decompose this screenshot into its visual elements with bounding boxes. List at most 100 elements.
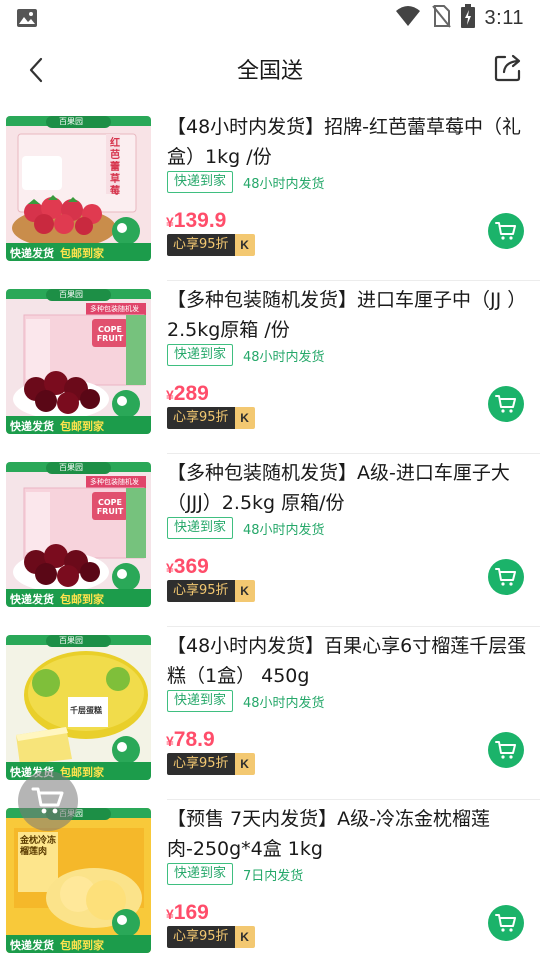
thumb-banner-sub: 多种包装随机发 — [90, 478, 139, 486]
product-price: ¥289 — [166, 382, 209, 406]
thumb-badge-left: 快递发货 — [10, 593, 54, 606]
delivery-tag: 快递到家 — [167, 344, 234, 366]
thumb-badge-right: 包邮到家 — [60, 247, 104, 260]
member-discount-badge: 心享95折 K — [167, 407, 255, 429]
tag-row: 快递到家 48小时内发货 — [167, 344, 325, 366]
product-item[interactable]: 百果园 千层蛋糕 快递发货 包邮到家 【48小时内发货】百果心享6寸榴莲千层蛋糕… — [0, 627, 540, 800]
add-to-cart-button[interactable] — [488, 386, 524, 422]
nav-bar: 全国送 — [0, 36, 540, 102]
product-name[interactable]: 【多种包装随机发货】A级-进口车厘子大（JJJ）2.5kg 原箱/份 — [167, 458, 529, 518]
member-discount-badge: 心享95折 K — [167, 926, 255, 948]
currency-symbol: ¥ — [166, 733, 174, 749]
product-thumbnail[interactable]: 百果园 千层蛋糕 快递发货 包邮到家 — [6, 635, 151, 780]
product-thumbnail[interactable]: 百果园 多种包装随机发 COPE FRUIT 快递发货 包邮到家 — [6, 289, 151, 434]
currency-symbol: ¥ — [166, 387, 174, 403]
member-discount-label: 心享95折 — [167, 753, 235, 775]
member-discount-badge: 心享95折 K — [167, 580, 255, 602]
price-value: 369 — [173, 555, 209, 578]
no-sim-icon — [431, 4, 451, 32]
product-price: ¥369 — [166, 555, 209, 579]
cart-icon — [495, 914, 516, 932]
thumb-badge-left: 快递发货 — [10, 939, 54, 952]
member-discount-label: 心享95折 — [167, 234, 235, 256]
currency-symbol: ¥ — [166, 214, 174, 230]
thumb-box-text: 金枕冷冻榴莲肉 — [20, 836, 57, 857]
member-logo-icon: K — [234, 926, 255, 948]
chevron-left-icon — [29, 57, 43, 83]
product-thumbnail[interactable]: 红芭蕾草莓 百果园 快递发货 包邮到家 — [6, 116, 151, 261]
share-button[interactable] — [490, 50, 526, 86]
thumb-badge-right: 包邮到家 — [60, 939, 104, 952]
price-value: 169 — [173, 901, 209, 924]
ship-note: 48小时内发货 — [243, 695, 325, 711]
thumb-badge-right: 包邮到家 — [60, 420, 104, 433]
currency-symbol: ¥ — [166, 560, 174, 576]
thumb-banner-top: 百果园 — [59, 290, 83, 299]
delivery-tag: 快递到家 — [167, 171, 234, 193]
back-button[interactable] — [18, 52, 54, 88]
member-discount-badge: 心享95折 K — [167, 753, 255, 775]
thumb-banner-top: 百果园 — [59, 636, 83, 645]
member-logo-icon: K — [234, 580, 255, 602]
thumb-banner-top: 百果园 — [59, 117, 83, 126]
product-thumbnail[interactable]: 百果园 多种包装随机发 COPE FRUIT 快递发货 包邮到家 — [6, 462, 151, 607]
ship-note: 48小时内发货 — [243, 176, 325, 192]
thumb-banner-top: 百果园 — [59, 463, 83, 472]
product-item[interactable]: 百果园 多种包装随机发 COPE FRUIT 快递发货 包邮到家 【多种包装随机… — [0, 454, 540, 627]
product-name[interactable]: 【多种包装随机发货】进口车厘子中（JJ ）2.5kg原箱 /份 — [167, 285, 529, 345]
thumb-banner-sub: 多种包装随机发 — [90, 305, 139, 313]
floating-cart-button[interactable] — [18, 771, 78, 831]
delivery-tag: 快递到家 — [167, 517, 234, 539]
tag-row: 快递到家 48小时内发货 — [167, 171, 325, 193]
thumb-badge-left: 快递发货 — [10, 247, 54, 260]
cart-icon — [495, 568, 516, 586]
tag-row: 快递到家 48小时内发货 — [167, 690, 325, 712]
price-value: 139.9 — [173, 209, 227, 232]
add-to-cart-button[interactable] — [488, 559, 524, 595]
product-name[interactable]: 【48小时内发货】百果心享6寸榴莲千层蛋糕（1盒） 450g — [167, 631, 529, 691]
battery-charging-icon — [460, 4, 475, 32]
price-value: 78.9 — [173, 728, 215, 751]
cart-icon — [495, 741, 516, 759]
thumb-badge-right: 包邮到家 — [60, 593, 104, 606]
product-price: ¥139.9 — [166, 209, 226, 233]
price-value: 289 — [173, 382, 209, 405]
tag-row: 快递到家 48小时内发货 — [167, 517, 325, 539]
thumb-box-text: 红芭蕾草莓 — [110, 138, 120, 197]
add-to-cart-button[interactable] — [488, 732, 524, 768]
member-logo-icon: K — [234, 234, 255, 256]
add-to-cart-button[interactable] — [488, 213, 524, 249]
product-list: 红芭蕾草莓 百果园 快递发货 包邮到家 【48小时内发货】招牌-红芭蕾草莓中（礼… — [0, 108, 540, 960]
product-price: ¥169 — [166, 901, 209, 925]
shopping-cart-icon — [31, 787, 64, 814]
thumb-badge-left: 快递发货 — [10, 420, 54, 433]
thumb-box-text: COPE FRUIT — [96, 325, 124, 343]
product-item[interactable]: 百果园 金枕冷冻榴莲肉 快递发货 包邮到家 【预售 7天内发货】A级-冷冻金枕榴… — [0, 800, 540, 960]
ship-note: 48小时内发货 — [243, 522, 325, 538]
product-price: ¥78.9 — [166, 728, 215, 752]
member-discount-label: 心享95折 — [167, 926, 235, 948]
wifi-icon — [395, 5, 421, 31]
add-to-cart-button[interactable] — [488, 905, 524, 941]
gallery-notification-icon — [16, 8, 40, 28]
page-title: 全国送 — [236, 59, 303, 84]
member-discount-label: 心享95折 — [167, 407, 235, 429]
product-name[interactable]: 【预售 7天内发货】A级-冷冻金枕榴莲肉-250g*4盒 1kg — [167, 804, 529, 864]
clock-time: 3:11 — [484, 6, 524, 29]
cart-icon — [495, 395, 516, 413]
member-logo-icon: K — [234, 407, 255, 429]
member-discount-label: 心享95折 — [167, 580, 235, 602]
ship-note: 7日内发货 — [243, 868, 304, 884]
product-thumbnail[interactable]: 百果园 金枕冷冻榴莲肉 快递发货 包邮到家 — [6, 808, 151, 953]
cart-icon — [495, 222, 516, 240]
tag-row: 快递到家 7日内发货 — [167, 863, 303, 885]
delivery-tag: 快递到家 — [167, 863, 234, 885]
currency-symbol: ¥ — [166, 906, 174, 922]
product-item[interactable]: 百果园 多种包装随机发 COPE FRUIT 快递发货 包邮到家 【多种包装随机… — [0, 281, 540, 454]
thumb-box-text: COPE FRUIT — [96, 498, 124, 516]
delivery-tag: 快递到家 — [167, 690, 234, 712]
ship-note: 48小时内发货 — [243, 349, 325, 365]
thumb-box-text: 千层蛋糕 — [70, 706, 102, 715]
product-item[interactable]: 红芭蕾草莓 百果园 快递发货 包邮到家 【48小时内发货】招牌-红芭蕾草莓中（礼… — [0, 108, 540, 281]
product-name[interactable]: 【48小时内发货】招牌-红芭蕾草莓中（礼盒）1kg /份 — [167, 112, 529, 172]
